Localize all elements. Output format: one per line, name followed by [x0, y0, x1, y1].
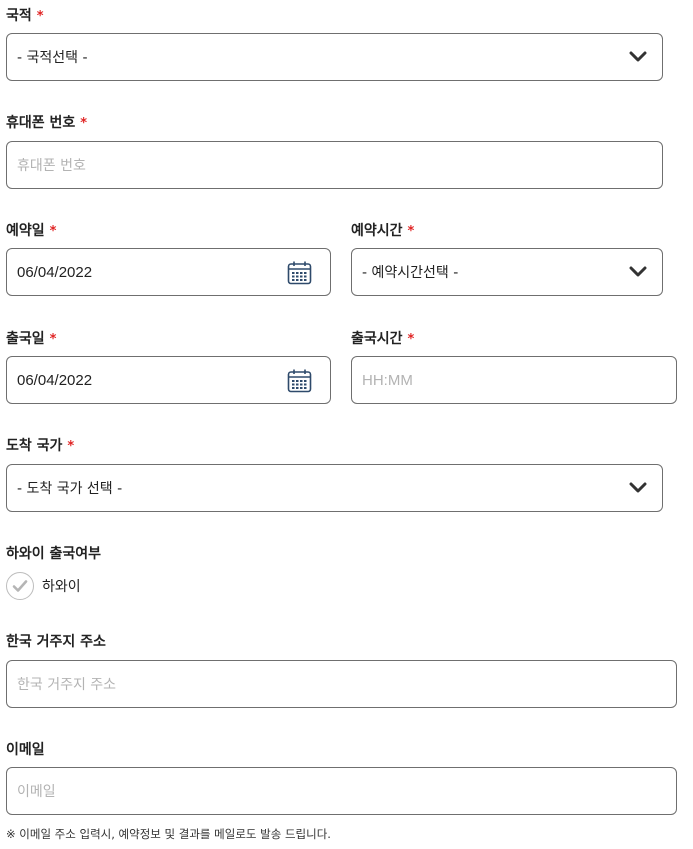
email-placeholder: 이메일: [17, 784, 56, 800]
korea-address-label: 한국 거주지 주소: [6, 634, 106, 650]
departure-date-input[interactable]: 06/04/2022: [6, 356, 331, 404]
reservation-date-value: 06/04/2022: [17, 263, 93, 281]
reservation-date-label: 예약일 *: [6, 223, 57, 239]
departure-date-label: 출국일 *: [6, 331, 57, 347]
destination-label: 도착 국가 *: [6, 438, 75, 454]
departure-time-input[interactable]: HH:MM: [351, 356, 677, 404]
required-mark: *: [49, 332, 57, 347]
phone-placeholder: 휴대폰 번호: [17, 158, 86, 174]
phone-input[interactable]: 휴대폰 번호: [6, 141, 663, 189]
phone-label: 휴대폰 번호 *: [6, 115, 88, 131]
nationality-label: 국적 *: [6, 8, 44, 24]
required-mark: *: [407, 332, 415, 347]
destination-select[interactable]: - 도착 국가 선택 -: [6, 464, 663, 512]
korea-address-input[interactable]: 한국 거주지 주소: [6, 660, 677, 708]
chevron-down-icon: [629, 482, 647, 493]
required-mark: *: [67, 439, 75, 454]
check-icon: [12, 580, 28, 592]
calendar-icon[interactable]: [287, 260, 312, 285]
reservation-time-select-value: - 예약시간선택 -: [362, 265, 459, 281]
hawaii-label: 하와이 출국여부: [6, 546, 102, 562]
chevron-down-icon: [629, 51, 647, 62]
reservation-time-select[interactable]: - 예약시간선택 -: [351, 248, 663, 296]
departure-time-label: 출국시간 *: [351, 331, 415, 347]
destination-select-value: - 도착 국가 선택 -: [17, 481, 123, 497]
required-mark: *: [407, 224, 415, 239]
chevron-down-icon: [629, 266, 647, 277]
email-label: 이메일: [6, 742, 45, 758]
departure-time-placeholder: HH:MM: [362, 371, 413, 389]
nationality-select[interactable]: - 국적선택 -: [6, 33, 663, 81]
departure-date-value: 06/04/2022: [17, 371, 93, 389]
check-circle[interactable]: [6, 572, 34, 600]
nationality-select-value: - 국적선택 -: [17, 50, 88, 66]
calendar-icon[interactable]: [287, 368, 312, 393]
reservation-time-label: 예약시간 *: [351, 223, 415, 239]
required-mark: *: [49, 224, 57, 239]
hawaii-checkbox[interactable]: 하와이: [6, 572, 81, 600]
email-note: ※ 이메일 주소 입력시, 예약정보 및 결과를 메일로도 발송 드립니다.: [6, 827, 331, 841]
hawaii-option-label: 하와이: [42, 579, 81, 595]
required-mark: *: [80, 116, 88, 131]
email-input[interactable]: 이메일: [6, 767, 677, 815]
required-mark: *: [36, 9, 44, 24]
korea-address-placeholder: 한국 거주지 주소: [17, 677, 117, 693]
reservation-date-input[interactable]: 06/04/2022: [6, 248, 331, 296]
